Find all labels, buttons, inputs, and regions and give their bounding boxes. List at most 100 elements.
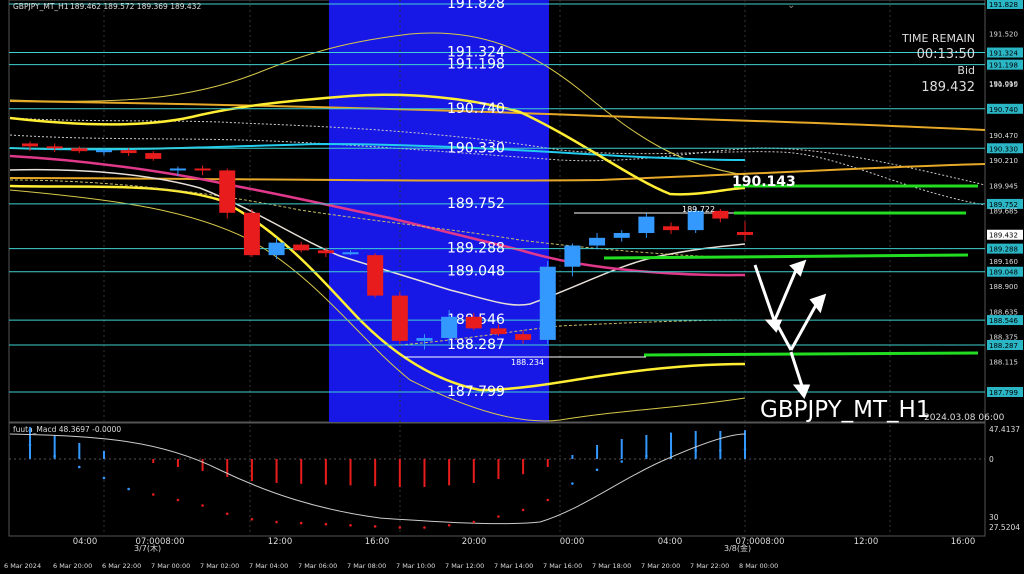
price-tick: 189.432 <box>989 232 1018 240</box>
macd-dot <box>275 520 278 524</box>
price-tick: 191.828 <box>989 1 1018 9</box>
macd-dot <box>28 443 32 447</box>
time-tick-lower: 7 Mar 18:00 <box>592 562 631 570</box>
price-tick: 188.546 <box>989 317 1018 325</box>
time-tick-lower: 7 Mar 00:00 <box>151 562 190 570</box>
candle-body <box>169 168 186 171</box>
symbol-watermark: GBPJPY_MT_H1 <box>760 397 931 423</box>
time-tick-upper: 00:00 <box>560 537 585 547</box>
price-tick: 190.210 <box>989 157 1018 165</box>
macd-dot <box>472 520 476 524</box>
time-tick-upper: 04:00 <box>73 537 98 547</box>
candle-body <box>490 328 507 335</box>
bid-label: Bid <box>957 64 975 77</box>
macd-dot <box>250 517 254 521</box>
candle-body <box>194 168 211 171</box>
candle-body <box>46 146 63 149</box>
candle-body <box>416 337 433 341</box>
macd-dot <box>719 449 722 452</box>
time-tick-lower: 7 Mar 08:00 <box>347 562 386 570</box>
time-tick-upper: 04:00 <box>658 537 683 547</box>
time-tick-lower: 6 Mar 2024 <box>4 562 41 570</box>
level-label: 189.752 <box>447 196 505 212</box>
price-tick: 190.740 <box>989 106 1018 114</box>
macd-dot <box>595 468 599 472</box>
candle-body <box>317 250 334 254</box>
price-tick: 191.198 <box>989 62 1018 70</box>
candle-body <box>737 232 753 235</box>
macd-tick-30: 30 <box>989 513 999 522</box>
macd-dot <box>423 526 426 529</box>
macd-tick-top: 47.4137 <box>989 425 1020 434</box>
candle-body <box>342 252 359 255</box>
candle-body <box>564 245 581 267</box>
price-tick: 190.330 <box>989 145 1018 153</box>
price-tick: 187.799 <box>989 389 1018 397</box>
candle-body <box>613 233 630 238</box>
time-tick-lower: 7 Mar 06:00 <box>298 562 337 570</box>
macd-dot <box>127 487 130 491</box>
candle-body <box>539 266 556 340</box>
macd-tick-bottom: 27.5204 <box>989 523 1020 532</box>
level-label: 187.799 <box>447 384 505 400</box>
macd-dot <box>102 476 106 480</box>
ohlc-readout: 189.462 189.572 189.369 189.432 <box>70 2 201 11</box>
candle-body <box>663 226 680 231</box>
macd-dot <box>324 522 328 526</box>
price-level-labels: 191.828191.324191.198190.740190.330189.7… <box>447 0 505 400</box>
timestamp-label: 2024.03.08 06:00 <box>924 413 1005 423</box>
price-tick: 188.287 <box>989 342 1018 350</box>
price-tick: 189.160 <box>989 258 1018 266</box>
macd-dot <box>521 508 525 512</box>
level-label: 188.287 <box>447 337 505 353</box>
day-label-2: 3/8(金) <box>724 543 751 553</box>
candle-body <box>22 143 38 147</box>
time-tick-lower: 7 Mar 12:00 <box>445 562 484 570</box>
price-tick: 188.900 <box>989 283 1018 291</box>
candle-body <box>243 212 260 256</box>
level-label: 190.330 <box>447 140 505 156</box>
macd-tick-zero: 0 <box>989 455 994 464</box>
candle-body <box>268 242 285 256</box>
macd-dot <box>645 454 648 458</box>
time-remain-label: TIME REMAIN <box>901 32 975 45</box>
price-tick: 190.470 <box>989 132 1018 140</box>
time-tick-lower: 6 Mar 22:00 <box>102 562 141 570</box>
macd-dot <box>398 526 402 529</box>
time-tick-lower: 7 Mar 10:00 <box>396 562 435 570</box>
time-tick-upper: 16:00 <box>951 537 976 547</box>
macd-dot <box>78 465 81 469</box>
macd-dot <box>447 524 451 527</box>
candle-body <box>589 237 606 246</box>
time-tick-lower: 8 Mar 00:00 <box>739 562 778 570</box>
macd-dot <box>620 460 624 463</box>
macd-dot <box>669 451 673 455</box>
price-tick: 189.685 <box>989 207 1018 215</box>
price-tick: 191.520 <box>989 31 1018 39</box>
price-tick: 191.324 <box>989 50 1018 58</box>
bid-value: 189.432 <box>921 80 975 95</box>
candle-body <box>71 148 88 152</box>
candle-body <box>219 170 236 213</box>
level-label: 191.198 <box>447 57 505 73</box>
macd-dot <box>225 512 229 516</box>
time-tick-lower: 7 Mar 02:00 <box>200 562 239 570</box>
time-tick-lower: 7 Mar 16:00 <box>543 562 582 570</box>
candle-body <box>95 150 112 153</box>
time-remain-value: 00:13:50 <box>917 47 975 62</box>
level-label: 191.828 <box>447 0 505 12</box>
candle-body <box>638 216 655 234</box>
macd-dot <box>176 498 180 502</box>
candle-body <box>515 334 532 340</box>
macd-dot <box>743 448 747 451</box>
candle-body <box>367 255 384 296</box>
macd-dot <box>373 525 377 528</box>
price-tick: 189.945 <box>989 182 1018 190</box>
chart-canvas[interactable]: 191.828 191.324 191.198 190.740 190.330 189.7… <box>0 0 1024 574</box>
target-line-4[interactable] <box>643 351 979 357</box>
time-tick-lower: 7 Mar 20:00 <box>641 562 680 570</box>
time-tick-upper: 20:00 <box>462 537 487 547</box>
chevron-down-icon[interactable]: ⌄ <box>787 0 795 11</box>
macd-dot <box>349 524 352 527</box>
high-price-label: 189.722 <box>682 205 715 214</box>
